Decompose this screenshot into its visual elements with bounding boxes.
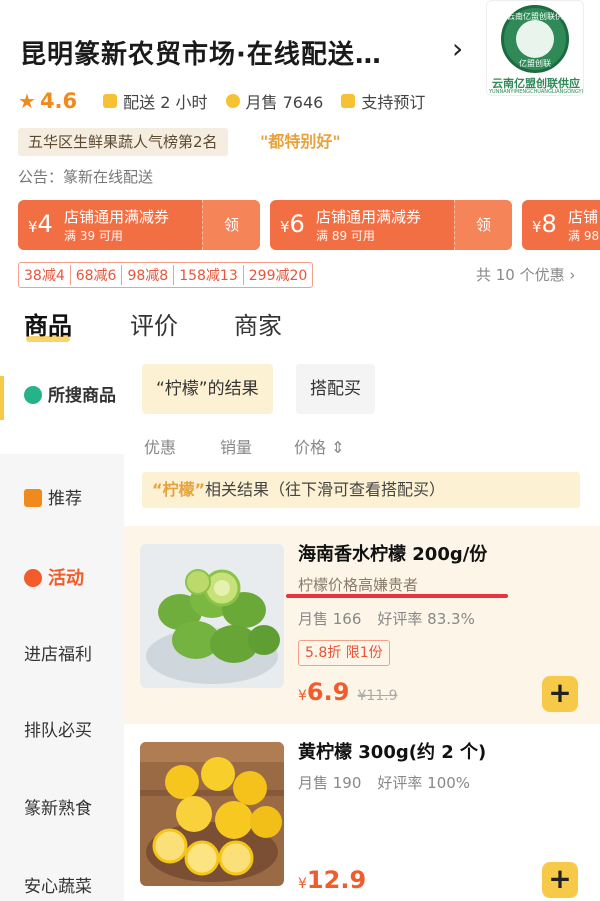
- discount-tier: 68减6: [71, 265, 123, 285]
- add-to-cart-button[interactable]: +: [542, 862, 578, 898]
- product-card[interactable]: 黄柠檬 300g(约 2 个) 月售 190 好评率 100% ¥12.9 +: [124, 724, 600, 901]
- rank-badge[interactable]: 五华区生鲜果蔬人气榜第2名: [18, 128, 228, 156]
- discount-tiers[interactable]: 38减4 68减6 98减8 158减13 299减20: [18, 262, 314, 288]
- store-meta: ★ 4.6 配送 2 小时 月售 7646 支持预订: [18, 88, 443, 114]
- search-icon: [24, 386, 42, 404]
- logo-subcaption: YUNNANYIMENGCHUANGLIANGONGYING: [489, 89, 583, 95]
- highlight-underline: [286, 594, 508, 598]
- original-price: ¥11.9: [357, 688, 398, 704]
- coupon-card[interactable]: ¥6 店铺通用满减券 满 89 可用 领: [270, 200, 512, 250]
- tab-reviews[interactable]: 评价: [130, 306, 178, 341]
- product-price: ¥12.9: [298, 866, 367, 894]
- store-title[interactable]: 昆明篆新农贸市场·在线配送…: [20, 34, 382, 71]
- filter-chip-combo[interactable]: 搭配买: [296, 364, 375, 414]
- discount-tier: 299减20: [248, 268, 308, 284]
- preorder-support: 支持预订: [341, 89, 425, 113]
- coupon-condition: 满 39 可用: [64, 229, 123, 243]
- banner-keyword: “柠檬”: [152, 480, 206, 499]
- delivery-time: 配送 2 小时: [103, 89, 208, 113]
- product-image-limes[interactable]: [140, 544, 284, 688]
- logo-seal: 云南亿盟创联供应 亿盟创联: [501, 5, 569, 73]
- coupon-amount: ¥6: [280, 210, 305, 238]
- product-stats: 月售 166 好评率 83.3%: [298, 610, 475, 628]
- sidebar-item-activity[interactable]: 活动: [24, 564, 84, 590]
- banner-text: 相关结果（往下滑可查看搭配买）: [205, 480, 446, 499]
- preorder-icon: [341, 94, 356, 108]
- product-stats: 月售 190 好评率 100%: [298, 774, 471, 792]
- sidebar-item-recommend[interactable]: 推荐: [24, 484, 82, 509]
- tag-icon: [24, 569, 42, 587]
- discount-tier: 98减8: [122, 265, 175, 285]
- sidebar-item-welfare[interactable]: 进店福利: [24, 640, 92, 665]
- coupon-title: 店铺通用满减券: [64, 208, 170, 226]
- review-quote: "都特别好": [260, 132, 341, 151]
- product-price: ¥6.9 ¥11.9: [298, 678, 398, 706]
- discount-tier: 38减4: [19, 265, 71, 285]
- sidebar-active-indicator: [0, 376, 4, 420]
- sidebar-item-vegetables[interactable]: 安心蔬菜: [24, 872, 92, 897]
- coupon-amount: ¥4: [28, 210, 53, 238]
- product-tag: 柠檬价格高嫌贵者: [298, 576, 419, 594]
- coupon-title: 店铺通用满减券: [316, 208, 422, 226]
- handshake-icon: [516, 20, 554, 58]
- store-notice: 公告：篆新在线配送: [18, 168, 154, 186]
- store-chevron-icon[interactable]: ›: [452, 32, 463, 65]
- coupon-condition: 满 89 可用: [316, 229, 375, 243]
- tab-merchant[interactable]: 商家: [234, 306, 282, 341]
- product-name[interactable]: 海南香水柠檬 200g/份: [298, 540, 487, 566]
- more-offers-link[interactable]: 共 10 个优惠 ›: [476, 264, 575, 285]
- coupon-amount: ¥8: [532, 210, 557, 238]
- discount-tier: 158减13: [174, 265, 244, 285]
- coupon-title: 店铺: [568, 208, 599, 226]
- promo-badge: 5.8折 限1份: [298, 640, 390, 666]
- product-name[interactable]: 黄柠檬 300g(约 2 个): [298, 738, 486, 764]
- sidebar-item-deli[interactable]: 篆新熟食: [24, 794, 92, 819]
- delivery-icon: [103, 94, 118, 108]
- star-icon: ★: [18, 89, 36, 113]
- store-logo: 云南亿盟创联供应 亿盟创联 云南亿盟创联供应 YUNNANYIMENGCHUAN…: [486, 0, 584, 96]
- sort-discount[interactable]: 优惠: [144, 434, 176, 458]
- sort-price[interactable]: 价格 ⇕: [294, 434, 345, 458]
- sidebar-item-search-results[interactable]: 所搜商品: [24, 384, 116, 408]
- coupon-condition: 满 98: [568, 229, 600, 243]
- product-card[interactable]: 海南香水柠檬 200g/份 柠檬价格高嫌贵者 月售 166 好评率 83.3% 5…: [124, 526, 600, 724]
- sales-icon: [225, 94, 240, 108]
- logo-seal-bottom-text: 亿盟创联: [519, 59, 551, 68]
- product-list: “柠檬”的结果 搭配买 优惠 销量 价格 ⇕ “柠檬”相关结果（往下滑可查看搭配…: [124, 348, 600, 901]
- sidebar-item-must-buy[interactable]: 排队必买: [24, 716, 92, 741]
- category-sidebar: 所搜商品 推荐 活动 进店福利 排队必买 篆新熟食 安心蔬菜: [0, 348, 124, 901]
- claim-coupon-button[interactable]: 领: [454, 200, 512, 250]
- product-image-lemons[interactable]: [140, 742, 284, 886]
- tab-products[interactable]: 商品: [24, 306, 72, 341]
- store-tabs: 商品 评价 商家: [0, 300, 600, 348]
- filter-chip-results[interactable]: “柠檬”的结果: [142, 364, 273, 414]
- thumb-icon: [24, 489, 42, 507]
- coupon-card[interactable]: ¥4 店铺通用满减券 满 39 可用 领: [18, 200, 260, 250]
- coupon-card[interactable]: ¥8 店铺 满 98: [522, 200, 600, 250]
- add-to-cart-button[interactable]: +: [542, 676, 578, 712]
- store-rating: 4.6: [39, 89, 78, 113]
- results-banner: “柠檬”相关结果（往下滑可查看搭配买）: [142, 472, 580, 508]
- claim-coupon-button[interactable]: 领: [202, 200, 260, 250]
- monthly-sales: 月售 7646: [225, 89, 323, 113]
- sort-sales[interactable]: 销量: [220, 434, 252, 458]
